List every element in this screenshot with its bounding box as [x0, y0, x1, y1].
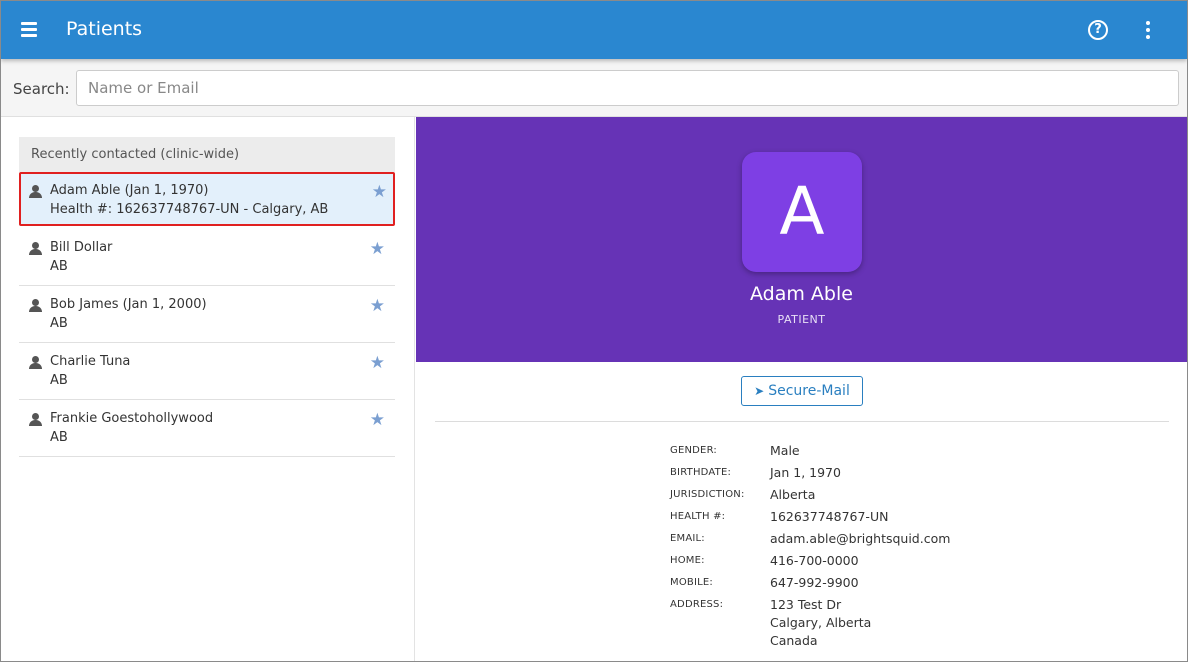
detail-row-home-phone: HOME: 416-700-0000 [670, 552, 1070, 574]
star-icon[interactable]: ★ [370, 354, 385, 371]
star-icon[interactable]: ★ [372, 183, 387, 200]
patient-details: AB [50, 430, 68, 445]
patient-profile-panel: A Adam Able PATIENT ➤ Secure-Mail GENDER:… [416, 117, 1187, 661]
address-line-2: Calgary, Alberta [770, 615, 872, 630]
address-line-1: 123 Test Dr [770, 597, 842, 612]
help-circle-icon[interactable]: ? [1088, 20, 1108, 40]
detail-value: 647-992-9900 [770, 575, 859, 590]
detail-row-mobile-phone: MOBILE: 647-992-9900 [670, 574, 1070, 596]
search-label: Search: [13, 80, 70, 98]
patient-list-panel: Recently contacted (clinic-wide) Adam Ab… [1, 117, 415, 661]
detail-value: 162637748767-UN [770, 509, 889, 524]
detail-row-address: ADDRESS: 123 Test Dr Calgary, Alberta Ca… [670, 596, 1070, 656]
patient-details: Health #: 162637748767-UN - Calgary, AB [50, 202, 329, 217]
patient-name: Bob James (Jan 1, 2000) [50, 297, 207, 312]
patient-list: Adam Able (Jan 1, 1970) Health #: 162637… [19, 172, 395, 457]
detail-row-birthdate: BIRTHDATE: Jan 1, 1970 [670, 464, 1070, 486]
search-input[interactable] [76, 70, 1179, 106]
divider [435, 421, 1169, 422]
detail-label: MOBILE: [670, 577, 713, 588]
detail-label: EMAIL: [670, 533, 705, 544]
patient-name: Frankie Goestohollywood [50, 411, 214, 426]
secure-mail-button[interactable]: ➤ Secure-Mail [741, 376, 863, 406]
profile-banner: A Adam Able PATIENT [416, 117, 1187, 362]
detail-value: Alberta [770, 487, 816, 502]
person-icon [29, 299, 42, 313]
star-icon[interactable]: ★ [370, 297, 385, 314]
detail-label: ADDRESS: [670, 599, 724, 610]
person-icon [29, 356, 42, 370]
send-icon: ➤ [754, 384, 765, 398]
detail-row-email: EMAIL: adam.able@brightsquid.com [670, 530, 1070, 552]
patient-row-adam-able[interactable]: Adam Able (Jan 1, 1970) Health #: 162637… [19, 172, 395, 226]
star-icon[interactable]: ★ [370, 411, 385, 428]
avatar: A [742, 152, 862, 272]
detail-label: HOME: [670, 555, 705, 566]
page-title: Patients [66, 18, 143, 40]
detail-row-health-number: HEALTH #: 162637748767-UN [670, 508, 1070, 530]
patient-row-frankie-goestohollywood[interactable]: Frankie Goestohollywood AB ★ [19, 400, 395, 457]
patient-row-bill-dollar[interactable]: Bill Dollar AB ★ [19, 229, 395, 286]
person-icon [29, 185, 42, 199]
patient-details-list: GENDER: Male BIRTHDATE: Jan 1, 1970 JURI… [670, 442, 1070, 656]
detail-value: Male [770, 443, 800, 458]
list-section-header: Recently contacted (clinic-wide) [19, 137, 395, 172]
patient-details: AB [50, 316, 68, 331]
detail-row-gender: GENDER: Male [670, 442, 1070, 464]
secure-mail-label: Secure-Mail [768, 383, 850, 399]
detail-value: 416-700-0000 [770, 553, 859, 568]
person-icon [29, 242, 42, 256]
address-line-3: Canada [770, 633, 818, 648]
patient-name: Adam Able (Jan 1, 1970) [50, 183, 209, 198]
patient-details: AB [50, 373, 68, 388]
profile-name: Adam Able [750, 283, 853, 305]
detail-value: Jan 1, 1970 [770, 465, 841, 480]
person-icon [29, 413, 42, 427]
patient-row-charlie-tuna[interactable]: Charlie Tuna AB ★ [19, 343, 395, 400]
profile-role: PATIENT [777, 313, 826, 326]
detail-value: adam.able@brightsquid.com [770, 531, 951, 546]
more-vertical-icon[interactable] [1140, 21, 1156, 39]
patient-row-bob-james[interactable]: Bob James (Jan 1, 2000) AB ★ [19, 286, 395, 343]
hamburger-menu-icon[interactable] [21, 21, 37, 37]
star-icon[interactable]: ★ [370, 240, 385, 257]
detail-label: HEALTH #: [670, 511, 726, 522]
detail-row-jurisdiction: JURISDICTION: Alberta [670, 486, 1070, 508]
detail-label: GENDER: [670, 445, 717, 456]
patient-name: Charlie Tuna [50, 354, 131, 369]
app-window: Patients ? Search: Recently contacted (c… [0, 0, 1188, 662]
patient-details: AB [50, 259, 68, 274]
detail-label: BIRTHDATE: [670, 467, 732, 478]
patient-name: Bill Dollar [50, 240, 113, 255]
detail-label: JURISDICTION: [670, 489, 745, 500]
search-bar: Search: [1, 59, 1187, 117]
top-app-bar: Patients ? [1, 1, 1187, 59]
